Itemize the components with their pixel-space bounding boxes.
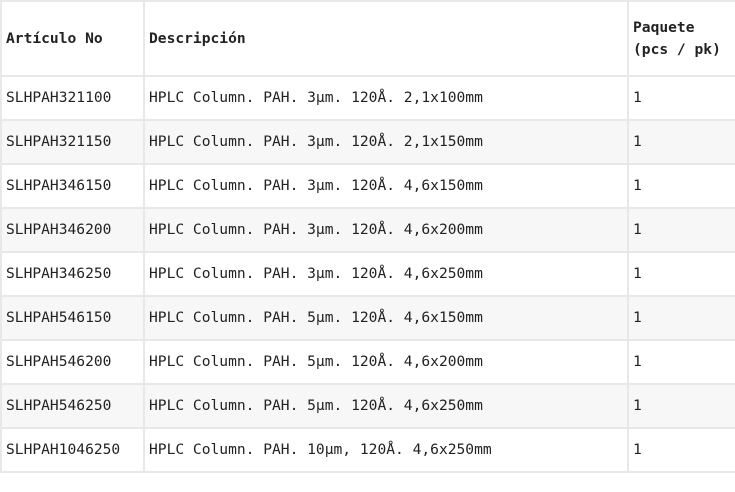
table-row: SLHPAH321150 HPLC Column. PAH. 3µm. 120Å…: [0, 119, 735, 165]
cell-description: HPLC Column. PAH. 3µm. 120Å. 2,1x100mm: [143, 75, 629, 121]
cell-article-no: SLHPAH346250: [0, 251, 145, 297]
table-row: SLHPAH321100 HPLC Column. PAH. 3µm. 120Å…: [0, 75, 735, 121]
cell-package: 1: [627, 295, 735, 341]
cell-package: 1: [627, 75, 735, 121]
cell-description: HPLC Column. PAH. 3µm. 120Å. 2,1x150mm: [143, 119, 629, 165]
cell-description: HPLC Column. PAH. 3µm. 120Å. 4,6x150mm: [143, 163, 629, 209]
cell-package: 1: [627, 207, 735, 253]
header-article-no: Artículo No: [0, 0, 145, 77]
cell-package: 1: [627, 427, 735, 473]
table-row: SLHPAH546200 HPLC Column. PAH. 5µm. 120Å…: [0, 339, 735, 385]
cell-description: HPLC Column. PAH. 3µm. 120Å. 4,6x200mm: [143, 207, 629, 253]
table-row: SLHPAH1046250 HPLC Column. PAH. 10µm, 12…: [0, 427, 735, 473]
cell-package: 1: [627, 119, 735, 165]
table-row: SLHPAH546250 HPLC Column. PAH. 5µm. 120Å…: [0, 383, 735, 429]
table-row: SLHPAH546150 HPLC Column. PAH. 5µm. 120Å…: [0, 295, 735, 341]
product-table: Artículo No Descripción Paquete (pcs / p…: [0, 0, 735, 473]
cell-package: 1: [627, 163, 735, 209]
cell-article-no: SLHPAH321150: [0, 119, 145, 165]
cell-description: HPLC Column. PAH. 3µm. 120Å. 4,6x250mm: [143, 251, 629, 297]
cell-package: 1: [627, 339, 735, 385]
cell-article-no: SLHPAH321100: [0, 75, 145, 121]
cell-description: HPLC Column. PAH. 5µm. 120Å. 4,6x250mm: [143, 383, 629, 429]
header-row: Artículo No Descripción Paquete (pcs / p…: [0, 0, 735, 77]
cell-description: HPLC Column. PAH. 10µm, 120Å. 4,6x250mm: [143, 427, 629, 473]
table-row: SLHPAH346150 HPLC Column. PAH. 3µm. 120Å…: [0, 163, 735, 209]
header-description: Descripción: [143, 0, 629, 77]
table-row: SLHPAH346250 HPLC Column. PAH. 3µm. 120Å…: [0, 251, 735, 297]
table-row: SLHPAH346200 HPLC Column. PAH. 3µm. 120Å…: [0, 207, 735, 253]
cell-article-no: SLHPAH346150: [0, 163, 145, 209]
cell-package: 1: [627, 383, 735, 429]
cell-description: HPLC Column. PAH. 5µm. 120Å. 4,6x150mm: [143, 295, 629, 341]
cell-article-no: SLHPAH546250: [0, 383, 145, 429]
cell-article-no: SLHPAH346200: [0, 207, 145, 253]
cell-article-no: SLHPAH546200: [0, 339, 145, 385]
cell-article-no: SLHPAH546150: [0, 295, 145, 341]
cell-article-no: SLHPAH1046250: [0, 427, 145, 473]
cell-package: 1: [627, 251, 735, 297]
cell-description: HPLC Column. PAH. 5µm. 120Å. 4,6x200mm: [143, 339, 629, 385]
header-package: Paquete (pcs / pk): [627, 0, 735, 77]
